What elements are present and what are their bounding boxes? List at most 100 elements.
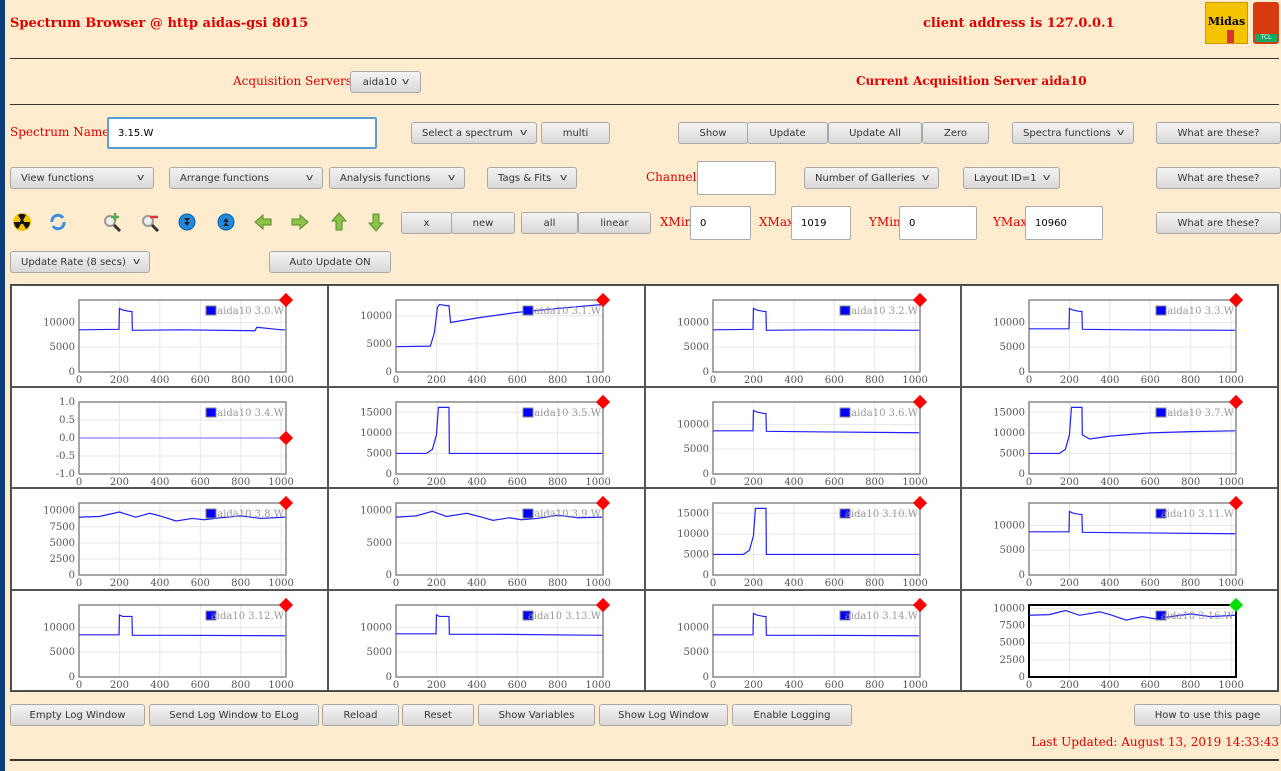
x-tick-label: 800 — [231, 680, 250, 691]
y-tick-label: 0 — [385, 367, 391, 378]
y-tick-label: 15000 — [993, 407, 1025, 418]
spectrum-panel[interactable]: 0 200 400 600 800 1000 0 5000 10000 15000 aida10 3… — [644, 488, 962, 590]
spectrum-chart: 0 200 400 600 800 10000500010000aida10 3.0.W — [43, 292, 294, 386]
legend-label: aida10 3.2.W — [851, 306, 919, 317]
auto-update-button[interactable]: Auto Update ON — [269, 251, 391, 273]
x-tick-label: 1000 — [902, 680, 927, 691]
x-tick-label: 1000 — [268, 477, 293, 488]
update-button[interactable]: Update — [747, 122, 828, 144]
spectrum-panel[interactable]: 0 200 400 600 800 1000 0 5000 10000 aida10 3.9.W — [327, 488, 645, 590]
ymin-input[interactable]: 0 — [899, 206, 977, 240]
spectrum-panel[interactable]: 0 200 400 600 800 1000 0 2500 5000 7500 10000 aida1… — [11, 488, 328, 590]
send-log-to-elog-button[interactable]: Send Log Window to ELog — [149, 704, 319, 726]
show-button[interactable]: Show — [678, 122, 748, 144]
update-rate-dropdown[interactable]: Update Rate (8 secs) v — [10, 251, 150, 273]
analysis-functions-dropdown[interactable]: Analysis functions v — [329, 167, 465, 189]
xmax-label: XMax — [759, 215, 794, 229]
all-button[interactable]: all — [521, 212, 578, 234]
xmin-input[interactable]: 0 — [690, 206, 751, 240]
spectrum-panel[interactable]: 0 200 400 600 800 1000 0 5000 10000 aida10 3.0.W — [11, 285, 328, 387]
layout-id-dropdown[interactable]: Layout ID=1 v — [963, 167, 1060, 189]
radiation-icon[interactable] — [12, 212, 32, 232]
number-of-galleries-dropdown[interactable]: Number of Galleries v — [804, 167, 939, 189]
refresh-icon[interactable] — [48, 212, 68, 232]
y-tick-label: 0 — [385, 570, 391, 581]
arrow-down-icon[interactable] — [366, 212, 386, 232]
x-tick-label: 1000 — [1219, 375, 1244, 386]
spectrum-panel[interactable]: 0 200 400 600 800 1000 0 5000 10000 aida10 3.2.W — [644, 285, 962, 387]
x-tick-label: 600 — [1141, 578, 1160, 589]
what-are-these-button[interactable]: What are these? — [1156, 167, 1281, 189]
empty-log-window-button[interactable]: Empty Log Window — [10, 704, 145, 726]
chevron-down-icon: v — [519, 128, 528, 138]
x-tick-label: 1000 — [268, 578, 293, 589]
arrow-right-icon[interactable] — [290, 212, 310, 232]
what-are-these-button[interactable]: What are these? — [1156, 212, 1281, 234]
spectrum-chart: 0 200 400 600 800 1000 -1.0 -0.5 0.0 0.5 1.0 aida10… — [56, 397, 294, 488]
spectrum-panel[interactable]: 0 200 400 600 800 1000 0 5000 10000 aida10 3.13.W — [327, 589, 645, 691]
arrow-left-icon[interactable] — [253, 212, 273, 232]
show-variables-button[interactable]: Show Variables — [478, 704, 595, 726]
spectrum-panel[interactable]: 0 200 400 600 800 1000 0 2500 5000 7500 10000 aida1… — [961, 589, 1278, 691]
y-tick-label: 0 — [1019, 570, 1025, 581]
spectrum-panel[interactable]: 0 200 400 600 800 1000 0 5000 10000 aida10 3.14.W — [644, 589, 962, 691]
spectrum-panel[interactable]: 0 200 400 600 800 1000 0 5000 10000 aida10 3.1.W — [327, 285, 645, 387]
select-spectrum-dropdown[interactable]: Select a spectrum v — [411, 122, 537, 144]
tags-fits-dropdown[interactable]: Tags & Fits v — [487, 167, 577, 189]
xmax-input[interactable]: 1019 — [791, 206, 851, 240]
spectrum-panel[interactable]: 0 200 400 600 800 1000 0 5000 10000 15000 aida10 3… — [961, 386, 1278, 488]
y-tick-label: 10000 — [677, 529, 709, 540]
x-tick-label: 0 — [1026, 477, 1032, 488]
legend-label: aida10 3.1.W — [534, 306, 602, 317]
x-tick-label: 200 — [110, 477, 129, 488]
x-button[interactable]: x — [401, 212, 452, 234]
legend-label: aida10 3.8.W — [217, 509, 285, 520]
expand-up-icon[interactable] — [216, 212, 236, 232]
x-tick-label: 400 — [150, 477, 169, 488]
view-functions-dropdown[interactable]: View functions v — [10, 167, 154, 189]
arrange-functions-dropdown[interactable]: Arrange functions v — [169, 167, 323, 189]
spectrum-panel[interactable]: 0 200 400 600 800 1000 0 5000 10000 15000 aida10 3… — [327, 386, 645, 488]
acquisition-server-select[interactable]: aida10 v — [350, 71, 421, 93]
spectrum-panel[interactable]: 0 200 400 600 800 1000 0 5000 10000 aida10 3.3.W — [961, 285, 1278, 387]
x-tick-label: 200 — [427, 477, 446, 488]
x-tick-label: 200 — [743, 375, 762, 386]
spectrum-panel[interactable]: 0 200 400 600 800 1000 0 5000 10000 aida10 3.12.W — [11, 589, 328, 691]
x-tick-label: 600 — [824, 477, 843, 488]
spectrum-panel[interactable]: 0 200 400 600 800 1000 0 5000 10000 aida10 3.6.W — [644, 386, 962, 488]
enable-logging-button[interactable]: Enable Logging — [732, 704, 852, 726]
legend-swatch — [839, 407, 850, 417]
acquisition-server-value: aida10 — [362, 76, 397, 88]
y-tick-label: 5000 — [366, 448, 391, 459]
spectrum-panel[interactable]: 0 200 400 600 800 1000 0 5000 10000 aida10 3.11.W — [961, 488, 1278, 590]
spectra-functions-dropdown[interactable]: Spectra functions v — [1012, 122, 1134, 144]
channel-input[interactable] — [697, 161, 776, 195]
y-tick-label: 5000 — [366, 538, 391, 549]
x-tick-label: 200 — [427, 375, 446, 386]
x-tick-label: 0 — [1026, 680, 1032, 691]
legend-swatch — [205, 407, 217, 417]
x-tick-label: 1000 — [585, 477, 610, 488]
how-to-use-button[interactable]: How to use this page — [1134, 704, 1281, 726]
spectrum-name-input[interactable]: 3.15.W — [107, 117, 377, 149]
ymax-input[interactable]: 10960 — [1025, 206, 1103, 240]
expand-down-icon[interactable] — [177, 212, 197, 232]
x-tick-label: 0 — [76, 375, 82, 386]
reload-button[interactable]: Reload — [322, 704, 399, 726]
reset-button[interactable]: Reset — [402, 704, 474, 726]
y-tick-label: 10000 — [993, 520, 1025, 531]
legend-swatch — [522, 508, 534, 519]
arrow-up-icon[interactable] — [329, 212, 349, 232]
zero-button[interactable]: Zero — [922, 122, 989, 144]
zoom-in-icon[interactable] — [102, 212, 122, 232]
multi-button[interactable]: multi — [541, 122, 610, 144]
linear-button[interactable]: linear — [578, 212, 651, 234]
y-tick-label: 0.0 — [59, 433, 75, 444]
zoom-out-icon[interactable] — [140, 212, 160, 232]
new-button[interactable]: new — [451, 212, 515, 234]
update-all-button[interactable]: Update All — [828, 122, 922, 144]
show-log-window-button[interactable]: Show Log Window — [599, 704, 728, 726]
what-are-these-button[interactable]: What are these? — [1156, 122, 1281, 144]
x-tick-label: 400 — [1101, 578, 1120, 589]
spectrum-panel[interactable]: 0 200 400 600 800 1000 -1.0 -0.5 0.0 0.5 1.0 aida10… — [11, 386, 328, 488]
